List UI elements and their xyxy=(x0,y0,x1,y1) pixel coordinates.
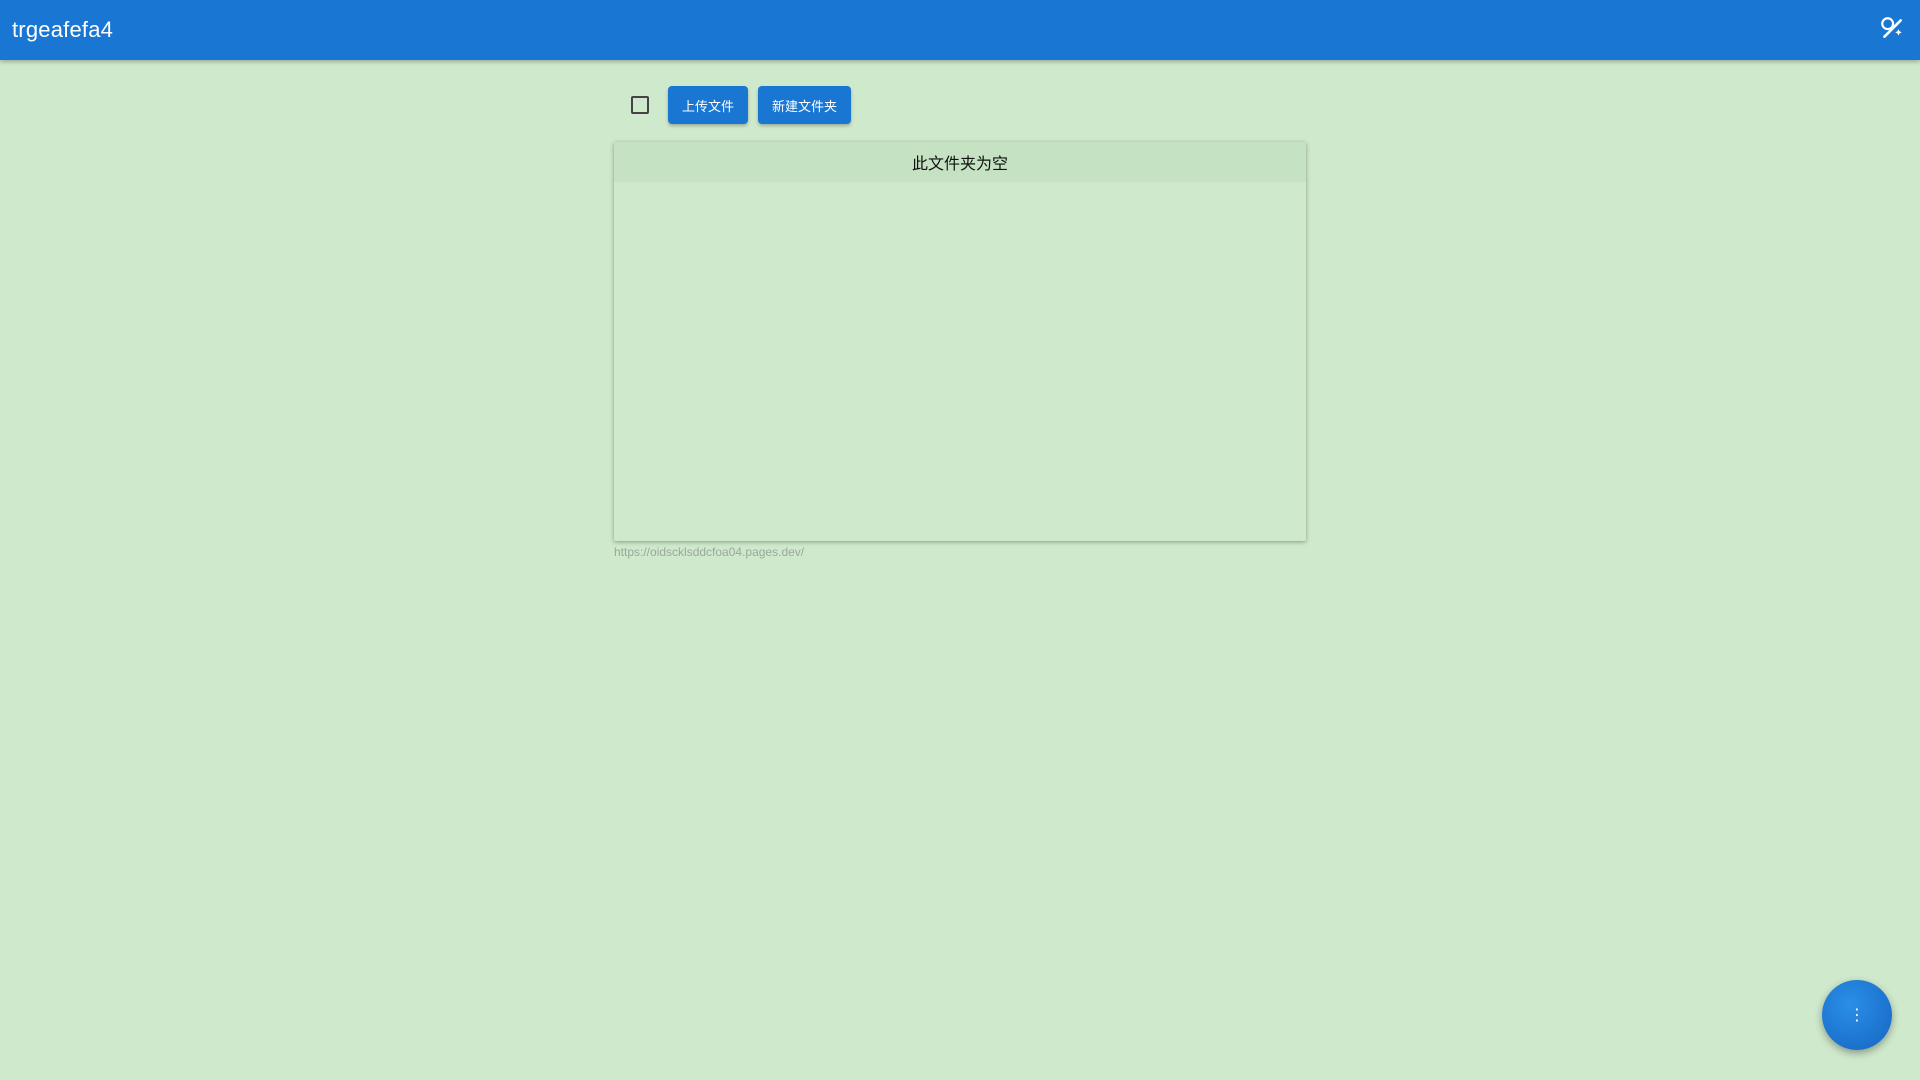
empty-folder-message: 此文件夹为空 xyxy=(614,142,1306,182)
toolbar: 上传文件 新建文件夹 xyxy=(614,86,861,124)
theme-toggle-button[interactable] xyxy=(1874,12,1910,48)
new-folder-button[interactable]: 新建文件夹 xyxy=(758,86,852,124)
app-bar: trgeafefa4 xyxy=(0,0,1920,60)
more-options-fab[interactable]: ⋮ xyxy=(1822,980,1892,1050)
select-all-checkbox[interactable] xyxy=(631,96,649,114)
theme-toggle-icon xyxy=(1879,15,1905,46)
upload-file-button[interactable]: 上传文件 xyxy=(668,86,749,124)
more-vert-icon: ⋮ xyxy=(1849,1007,1865,1024)
file-list-panel: 此文件夹为空 xyxy=(614,142,1306,541)
app-title: trgeafefa4 xyxy=(12,17,114,42)
footer-url: https://oidscklsddcfoa04.pages.dev/ xyxy=(614,545,805,559)
